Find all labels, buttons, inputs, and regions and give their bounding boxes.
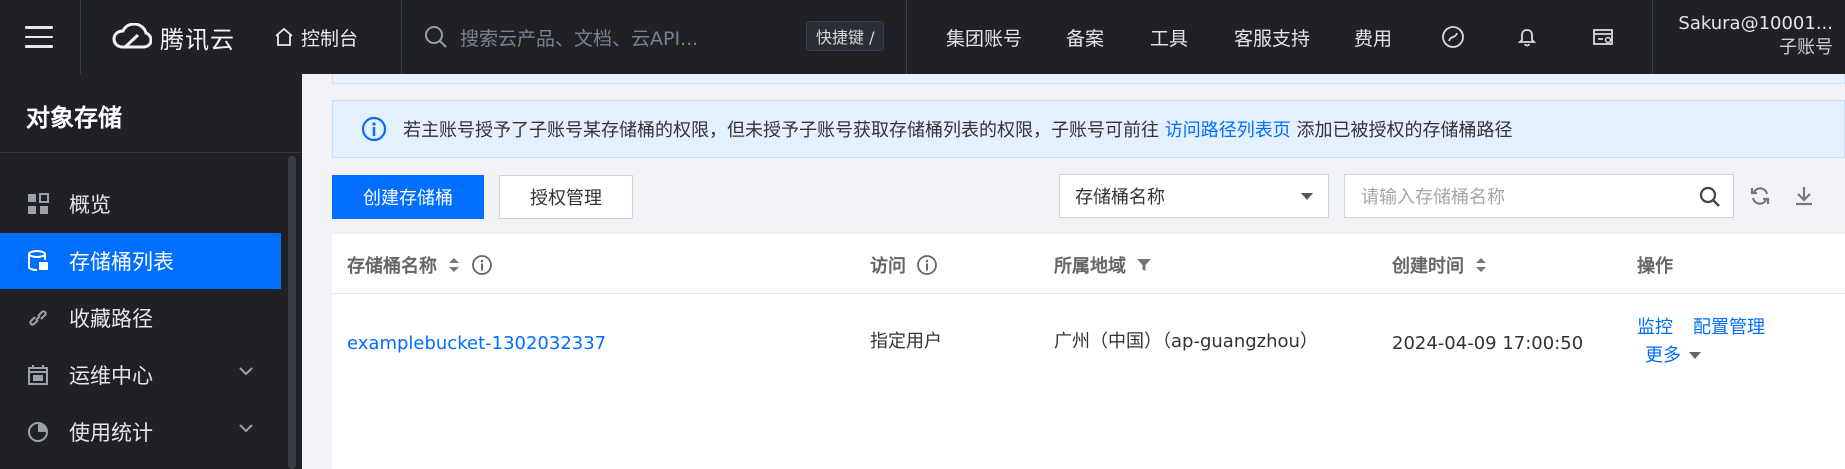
divider xyxy=(80,0,81,74)
divider xyxy=(906,0,907,74)
region-value: 广州（中国）（ap-guangzhou） xyxy=(1054,331,1318,352)
header-label: 所属地域 xyxy=(1054,256,1126,277)
info-icon[interactable] xyxy=(471,254,493,276)
refresh-icon[interactable] xyxy=(1746,182,1774,210)
header-bucket-name[interactable]: 存储桶名称 xyxy=(347,253,493,277)
create-bucket-button[interactable]: 创建存储桶 xyxy=(332,175,484,219)
sidebar-title: 对象存储 xyxy=(26,104,122,132)
sidebar-item-overview[interactable]: 概览 xyxy=(0,176,281,232)
more-label: 更多 xyxy=(1645,345,1681,366)
table-header: 存储桶名称 访问 所属地域 创建时间 操作 xyxy=(332,234,1845,294)
global-search[interactable]: 搜索云产品、文档、云API... xyxy=(424,22,698,52)
info-icon xyxy=(361,116,387,142)
sidebar-item-label: 使用统计 xyxy=(69,421,153,445)
more-actions-dropdown[interactable]: 更多 xyxy=(1645,344,1701,368)
console-home-link[interactable]: 控制台 xyxy=(274,22,358,52)
search-placeholder: 搜索云产品、文档、云API... xyxy=(460,27,699,50)
calendar-icon xyxy=(25,362,51,388)
download-icon[interactable] xyxy=(1790,182,1818,210)
sidebar-item-bucket-list[interactable]: 存储桶列表 xyxy=(0,233,281,289)
search-icon[interactable] xyxy=(1699,186,1721,208)
community-icon[interactable] xyxy=(1438,22,1468,52)
dashboard-icon xyxy=(25,191,51,217)
caret-down-icon xyxy=(1301,193,1313,200)
notification-bell-icon[interactable] xyxy=(1512,22,1542,52)
divider xyxy=(1652,0,1653,74)
header-label: 访问 xyxy=(870,256,906,277)
created-time-value: 2024-04-09 17:00:50 xyxy=(1392,333,1584,354)
chevron-down-icon xyxy=(239,367,253,376)
nav-filing[interactable]: 备案 xyxy=(1066,22,1104,52)
sidebar-item-label: 存储桶列表 xyxy=(69,250,174,274)
workorder-icon[interactable] xyxy=(1588,22,1618,52)
bucket-name-link[interactable]: examplebucket-1302032337 xyxy=(347,332,606,356)
divider xyxy=(401,0,402,74)
search-field-select[interactable]: 存储桶名称 xyxy=(1059,174,1329,218)
user-role: 子账号 xyxy=(1779,37,1833,58)
divider xyxy=(0,152,302,153)
header-label: 存储桶名称 xyxy=(347,256,437,277)
sidebar-item-label: 概览 xyxy=(69,193,111,217)
sort-icon[interactable] xyxy=(1474,256,1488,274)
sidebar-scrollbar[interactable] xyxy=(288,156,296,469)
cloud-logo-icon xyxy=(112,23,152,49)
brand-name: 腾讯云 xyxy=(160,25,235,54)
console-label: 控制台 xyxy=(301,27,359,50)
user-account-menu[interactable]: Sakura@10001... 子账号 xyxy=(1678,12,1833,60)
sidebar-item-ops-center[interactable]: 运维中心 xyxy=(0,347,281,403)
header-label: 操作 xyxy=(1637,256,1673,277)
authorization-management-button[interactable]: 授权管理 xyxy=(499,175,633,219)
user-name: Sakura@10001... xyxy=(1678,13,1833,34)
bucket-search-input[interactable]: 请输入存储桶名称 xyxy=(1344,174,1734,218)
bucket-table: 存储桶名称 访问 所属地域 创建时间 操作 examplebucket-1302… xyxy=(332,234,1845,469)
sidebar-item-saved-paths[interactable]: 收藏路径 xyxy=(0,290,281,346)
sort-icon[interactable] xyxy=(447,256,461,274)
header-label: 创建时间 xyxy=(1392,256,1464,277)
header-created-time[interactable]: 创建时间 xyxy=(1392,253,1488,277)
select-value: 存储桶名称 xyxy=(1075,187,1165,208)
sidebar: 对象存储 概览 存储桶列表 收藏路径 运维中心 使用统计 xyxy=(0,74,302,469)
header-region: 所属地域 xyxy=(1054,253,1152,277)
alert-text-after: 添加已被授权的存储桶路径 xyxy=(1296,120,1513,141)
collapsed-notice-strip xyxy=(332,74,1845,84)
nav-support[interactable]: 客服支持 xyxy=(1234,22,1310,52)
sidebar-item-label: 收藏路径 xyxy=(69,307,153,331)
access-value: 指定用户 xyxy=(870,331,942,352)
caret-down-icon xyxy=(1689,352,1701,359)
search-placeholder: 请输入存储桶名称 xyxy=(1361,187,1505,208)
pie-chart-icon xyxy=(25,419,51,445)
nav-tools[interactable]: 工具 xyxy=(1150,22,1188,52)
nav-billing[interactable]: 费用 xyxy=(1354,22,1392,52)
tencent-cloud-logo[interactable]: 腾讯云 xyxy=(112,20,235,54)
nav-group-account[interactable]: 集团账号 xyxy=(946,22,1022,52)
bucket-icon xyxy=(25,248,51,274)
monitor-link[interactable]: 监控 xyxy=(1637,316,1673,340)
alert-text-before: 若主账号授予了子账号某存储桶的权限，但未授予子账号获取存储桶列表的权限，子账号可… xyxy=(403,120,1159,141)
access-path-list-link[interactable]: 访问路径列表页 xyxy=(1165,120,1291,141)
search-icon xyxy=(425,26,447,48)
info-icon[interactable] xyxy=(916,254,938,276)
hamburger-menu-icon[interactable] xyxy=(24,22,54,52)
header-access: 访问 xyxy=(870,253,938,277)
sidebar-item-label: 运维中心 xyxy=(69,364,153,388)
sidebar-item-usage-stats[interactable]: 使用统计 xyxy=(0,404,281,460)
top-navigation-bar: 腾讯云 控制台 搜索云产品、文档、云API... 快捷键 / 集团账号 备案 工… xyxy=(0,0,1845,74)
header-actions: 操作 xyxy=(1637,253,1673,277)
filter-icon[interactable] xyxy=(1136,257,1152,273)
home-icon xyxy=(275,27,293,46)
link-icon xyxy=(25,305,51,331)
info-alert: 若主账号授予了子账号某存储桶的权限，但未授予子账号获取存储桶列表的权限，子账号可… xyxy=(332,100,1845,158)
hotkey-badge[interactable]: 快捷键 / xyxy=(806,21,885,51)
config-management-link[interactable]: 配置管理 xyxy=(1693,316,1765,340)
alert-text: 若主账号授予了子账号某存储桶的权限，但未授予子账号获取存储桶列表的权限，子账号可… xyxy=(403,116,1512,142)
chevron-down-icon xyxy=(239,424,253,433)
